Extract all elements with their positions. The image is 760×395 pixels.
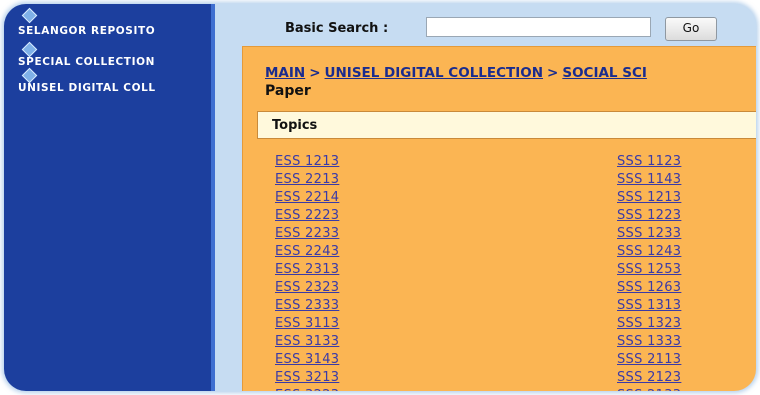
topic-link[interactable]: ESS 2214 [275,189,339,207]
topic-link[interactable]: ESS 2333 [275,297,339,315]
breadcrumb-separator: > [547,65,559,81]
breadcrumb-link-unisel-digital-collection[interactable]: UNISEL DIGITAL COLLECTION [325,65,544,81]
search-bar: Basic Search : Go [215,4,756,44]
sidebar-item-unisel-digital-collection[interactable]: UNISEL DIGITAL COLL [18,82,208,94]
window-frame: SELANGOR REPOSITO SPECIAL COLLECTION UNI… [4,4,756,391]
topic-link[interactable]: SSS 1233 [617,225,681,243]
main-content: MAIN > UNISEL DIGITAL COLLECTION > SOCIAL SC… [242,46,756,391]
go-button[interactable]: Go [665,17,717,41]
topic-link[interactable]: ESS 2243 [275,243,339,261]
topic-link[interactable]: ESS 1213 [275,153,339,171]
search-input[interactable] [426,17,651,37]
topic-link[interactable]: SSS 1223 [617,207,681,225]
breadcrumb: MAIN > UNISEL DIGITAL COLLECTION > SOCIAL SC… [265,65,647,81]
topic-link[interactable]: SSS 1333 [617,333,681,351]
sidebar-item-special-collection[interactable]: SPECIAL COLLECTION [18,56,208,68]
topic-link[interactable]: ESS 3133 [275,333,339,351]
topic-link[interactable]: SSS 1253 [617,261,681,279]
topic-link[interactable]: ESS 2313 [275,261,339,279]
topic-link[interactable]: ESS 3113 [275,315,339,333]
topic-link[interactable]: ESS 2213 [275,171,339,189]
topics-heading: Topics [272,118,318,133]
diamond-bullet-icon [21,41,38,58]
topic-link[interactable]: SSS 2133 [617,387,681,391]
topic-link[interactable]: ESS 2223 [275,207,339,225]
search-label: Basic Search : [285,21,389,36]
breadcrumb-link-main[interactable]: MAIN [265,65,305,81]
topic-link[interactable]: SSS 1243 [617,243,681,261]
topics-left-column: ESS 1213 ESS 2213 ESS 2214 ESS 2223 ESS 2233… [275,153,339,391]
topic-link[interactable]: SSS 1263 [617,279,681,297]
topic-link[interactable]: ESS 3223 [275,387,339,391]
sidebar: SELANGOR REPOSITO SPECIAL COLLECTION UNI… [4,4,215,391]
topics-right-column: SSS 1123 SSS 1143 SSS 1213 SSS 1223 SSS 1233… [617,153,681,391]
topic-link[interactable]: SSS 2113 [617,351,681,369]
sidebar-item-selangor-repository[interactable]: SELANGOR REPOSITO [18,25,208,37]
diamond-bullet-icon [21,7,38,24]
topic-link[interactable]: SSS 2123 [617,369,681,387]
topics-header: Topics [257,111,756,139]
topic-link[interactable]: SSS 1123 [617,153,681,171]
diamond-bullet-icon [21,67,38,84]
breadcrumb-link-social-science[interactable]: SOCIAL SCI [562,65,647,81]
page-title: Paper [265,83,311,99]
topic-link[interactable]: SSS 1213 [617,189,681,207]
topic-link[interactable]: ESS 3143 [275,351,339,369]
topic-link[interactable]: ESS 2233 [275,225,339,243]
topic-link[interactable]: SSS 1313 [617,297,681,315]
topic-link[interactable]: SSS 1143 [617,171,681,189]
topic-link[interactable]: SSS 1323 [617,315,681,333]
topic-link[interactable]: ESS 2323 [275,279,339,297]
topic-link[interactable]: ESS 3213 [275,369,339,387]
breadcrumb-separator: > [309,65,321,81]
